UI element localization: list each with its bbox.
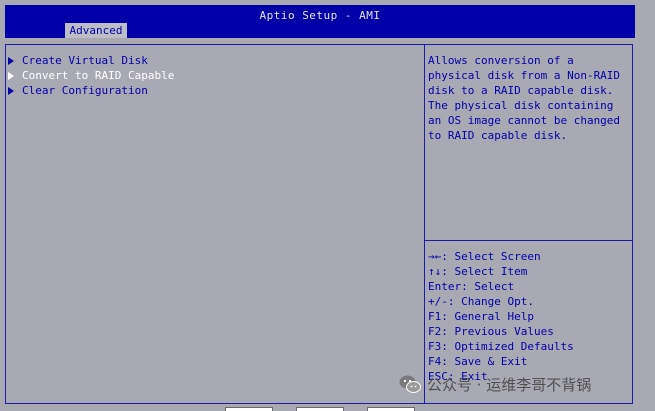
help-divider bbox=[425, 240, 632, 241]
help-line: an OS image cannot be changed bbox=[428, 114, 621, 127]
setup-title: Aptio Setup - AMI bbox=[259, 9, 381, 22]
key-general-help: F1: General Help bbox=[428, 310, 534, 323]
key-previous-values: F2: Previous Values bbox=[428, 325, 554, 338]
vertical-divider bbox=[424, 44, 425, 404]
menu-item-label: Clear Configuration bbox=[22, 84, 148, 97]
menu-item-label: Convert to RAID Capable bbox=[22, 69, 175, 82]
help-line: physical disk from a Non-RAID bbox=[428, 69, 621, 82]
help-line: The physical disk containing bbox=[428, 99, 614, 112]
menu-item-create-virtual-disk[interactable]: Create Virtual Disk bbox=[8, 53, 174, 68]
help-line: disk to a RAID capable disk. bbox=[428, 84, 614, 97]
wechat-icon bbox=[399, 375, 421, 393]
menu-item-convert-to-raid-capable[interactable]: Convert to RAID Capable bbox=[8, 68, 174, 83]
menu-list: Create Virtual Disk Convert to RAID Capa… bbox=[8, 53, 174, 98]
tab-advanced[interactable]: Advanced bbox=[65, 23, 127, 38]
key-change-opt: +/-: Change Opt. bbox=[428, 295, 534, 308]
key-legend: →←: Select Screen ↑↓: Select Item Enter:… bbox=[428, 249, 574, 384]
triangle-right-icon bbox=[8, 71, 14, 80]
key-select-screen: →←: Select Screen bbox=[428, 250, 541, 263]
menu-item-label: Create Virtual Disk bbox=[22, 54, 148, 67]
key-optimized-defaults: F3: Optimized Defaults bbox=[428, 340, 574, 353]
key-save-exit: F4: Save & Exit bbox=[428, 355, 528, 368]
bottom-tab bbox=[296, 407, 344, 411]
menu-item-clear-configuration[interactable]: Clear Configuration bbox=[8, 83, 174, 98]
bottom-tab bbox=[367, 407, 415, 411]
triangle-right-icon bbox=[8, 56, 14, 65]
triangle-right-icon bbox=[8, 86, 14, 95]
help-line: to RAID capable disk. bbox=[428, 129, 568, 142]
key-enter-select: Enter: Select bbox=[428, 280, 515, 293]
key-select-item: ↑↓: Select Item bbox=[428, 265, 528, 278]
bios-screen: Aptio Setup - AMI Advanced Create Virtua… bbox=[0, 0, 655, 411]
watermark: 公众号 · 运维李哥不背锅 bbox=[398, 372, 591, 396]
watermark-text: 公众号 · 运维李哥不背锅 bbox=[427, 375, 592, 394]
bottom-tab bbox=[225, 407, 273, 411]
help-line: Allows conversion of a bbox=[428, 54, 574, 67]
title-bar: Aptio Setup - AMI Advanced bbox=[5, 5, 635, 38]
help-description: Allows conversion of a physical disk fro… bbox=[428, 53, 628, 143]
